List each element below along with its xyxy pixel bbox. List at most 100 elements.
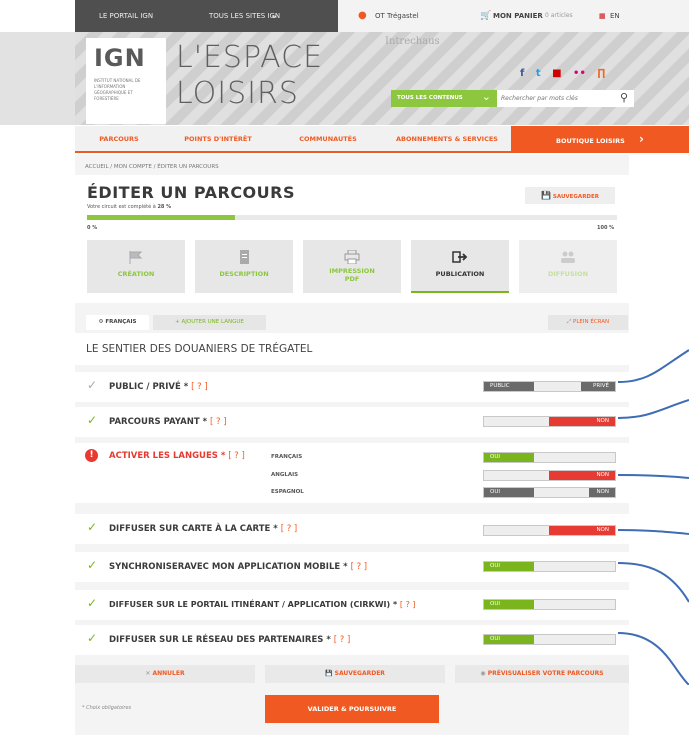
tab-francais[interactable]: ⚙ FRANÇAIS [86,315,149,330]
toggle-right[interactable]: NON [589,488,615,497]
setting-label: SYNCHRONISERAVEC MON APPLICATION MOBILE … [109,562,367,572]
setting-public-private: ✓ PUBLIC / PRIVÉ * [ ? ] PUBLIC PRIVÉ [75,372,629,402]
contents-dropdown[interactable]: TOUS LES CONTENUS ⌄ [391,90,497,107]
search-input[interactable] [501,92,609,105]
nav-boutique[interactable]: BOUTIQUE LOISIRS › [511,126,689,153]
preview-label: PRÉVISUALISER VOTRE PARCOURS [487,670,604,677]
check-icon: ✓ [87,558,98,572]
preview-button[interactable]: ◉ PRÉVISUALISER VOTRE PARCOURS [455,665,629,683]
cirkwi-toggle[interactable]: OUI [483,599,616,610]
language-switch[interactable]: EN [610,0,620,32]
progress-min: 0 % [87,225,98,231]
step-publication[interactable]: PUBLICATION [411,240,509,293]
contents-label: TOUS LES CONTENUS [397,95,463,101]
save-button[interactable]: 💾 SAUVEGARDER [265,665,445,683]
top-bar: LE PORTAIL IGN TOUS LES SITES IGN ⌄ ● OT… [75,0,689,32]
validate-button[interactable]: VALIDER & POURSUIVRE [265,695,439,723]
nav-abonnements[interactable]: ABONNEMENTS & SERVICES [383,126,511,153]
help-link[interactable]: [ ? ] [228,451,245,461]
flag-icon [129,251,143,264]
map-label: Intrechaus [385,36,440,47]
toggle-left[interactable]: OUI [484,488,534,497]
save-icon: 💾 [325,670,333,677]
help-link[interactable]: [ ? ] [281,524,298,534]
facebook-icon[interactable]: f [520,68,524,79]
flickr-icon[interactable]: •• [573,68,586,79]
portal-link[interactable]: LE PORTAIL IGN [99,0,153,32]
fullscreen-button[interactable]: ⤢ PLEIN ÉCRAN [548,315,628,330]
save-button-top[interactable]: 💾 SAUVEGARDER [525,187,615,204]
setting-carte: ✓ DIFFUSER SUR CARTE À LA CARTE * [ ? ] … [75,514,629,544]
step-creation[interactable]: CRÉATION [87,240,185,293]
youtube-icon[interactable]: ■ [552,68,561,79]
cart-link[interactable]: MON PANIER [493,0,543,32]
user-name[interactable]: OT Trégastel [375,0,419,32]
route-title-row: LE SENTIER DES DOUANIERS DE TRÉGATEL [75,333,629,365]
required-note: * Choix obligatoires [82,705,132,711]
language-francais-toggle[interactable]: OUI [483,452,616,463]
language-espagnol-toggle[interactable]: OUI NON [483,487,616,498]
twitter-icon[interactable]: t [536,68,541,79]
toggle-value: OUI [484,453,534,462]
rss-icon[interactable]: ∏ [597,68,605,79]
setting-label-text: DIFFUSER SUR CARTE À LA CARTE * [109,524,278,534]
fullscreen-label: PLEIN ÉCRAN [573,319,610,325]
step-label: PUBLICATION [435,270,485,278]
language-name: ESPAGNOL [271,489,304,495]
search-icon[interactable]: ⚲ [620,91,628,104]
site-title-line1: L'ESPACE [176,40,324,75]
cancel-button[interactable]: ✕ ANNULER [75,665,255,683]
toggle-value: OUI [484,562,534,571]
nav-points-interet[interactable]: POINTS D'INTÉRÊT [163,126,273,153]
ign-logo[interactable]: IGN INSTITUT NATIONAL DE L'INFORMATION G… [86,38,166,124]
paid-toggle[interactable]: NON [483,416,616,427]
document-icon [240,250,249,264]
toggle-value: NON [549,417,615,426]
tab-add-language[interactable]: + AJOUTER UNE LANGUE [153,315,266,330]
check-icon: ✓ [87,631,98,645]
step-impression-pdf[interactable]: IMPRESSION PDF [303,240,401,293]
header-left-strip [0,32,75,125]
help-link[interactable]: [ ? ] [334,635,351,645]
print-icon [344,250,360,264]
public-private-toggle[interactable]: PUBLIC PRIVÉ [483,381,616,392]
toggle-public[interactable]: PUBLIC [484,382,534,391]
progress-max: 100 % [597,225,615,231]
help-link[interactable]: [ ? ] [191,382,208,392]
toggle-private[interactable]: PRIVÉ [581,382,615,391]
setting-label-text: PUBLIC / PRIVÉ * [109,382,189,392]
language-anglais-toggle[interactable]: NON [483,470,616,481]
nav-communautes[interactable]: COMMUNAUTÉS [273,126,383,153]
setting-label: DIFFUSER SUR LE RÉSEAU DES PARTENAIRES *… [109,635,350,645]
save-label: SAUVEGARDER [334,670,385,677]
setting-label-text: DIFFUSER SUR LE PORTAIL ITINÉRANT / APPL… [109,600,398,609]
breadcrumb[interactable]: ACCUEIL / MON COMPTE / ÉDITER UN PARCOUR… [85,164,219,170]
toggle-value: NON [549,526,615,535]
sync-toggle[interactable]: OUI [483,561,616,572]
setting-label: ACTIVER LES LANGUES * [ ? ] [109,451,245,461]
setting-label-text: DIFFUSER SUR LE RÉSEAU DES PARTENAIRES * [109,635,331,645]
setting-label-text: ACTIVER LES LANGUES * [109,451,226,461]
completion-text: Votre circuit est complété à 28 % [87,204,171,210]
route-title[interactable]: LE SENTIER DES DOUANIERS DE TRÉGATEL [86,343,312,355]
users-icon [561,251,575,263]
setting-label-text: SYNCHRONISERAVEC MON APPLICATION MOBILE … [109,562,348,572]
progress-fill [87,215,236,220]
site-title: L'ESPACE LOISIRS [176,40,323,112]
chevron-down-icon[interactable]: ⌄ [270,0,278,32]
check-icon: ✓ [87,520,98,534]
toggle-value: OUI [484,600,534,609]
help-link[interactable]: [ ? ] [351,562,368,572]
step-description[interactable]: DESCRIPTION [195,240,293,293]
completion-value: 28 % [157,204,172,210]
help-link[interactable]: [ ? ] [400,600,416,609]
partners-toggle[interactable]: OUI [483,634,616,645]
setting-label: DIFFUSER SUR CARTE À LA CARTE * [ ? ] [109,524,297,534]
step-label: DIFFUSION [547,270,589,278]
carte-toggle[interactable]: NON [483,525,616,536]
help-link[interactable]: [ ? ] [210,417,227,427]
step-diffusion[interactable]: DIFFUSION [519,240,617,293]
close-icon: ✕ [145,670,151,677]
nav-parcours[interactable]: PARCOURS [75,126,163,153]
site-title-line2: LOISIRS [176,76,299,111]
